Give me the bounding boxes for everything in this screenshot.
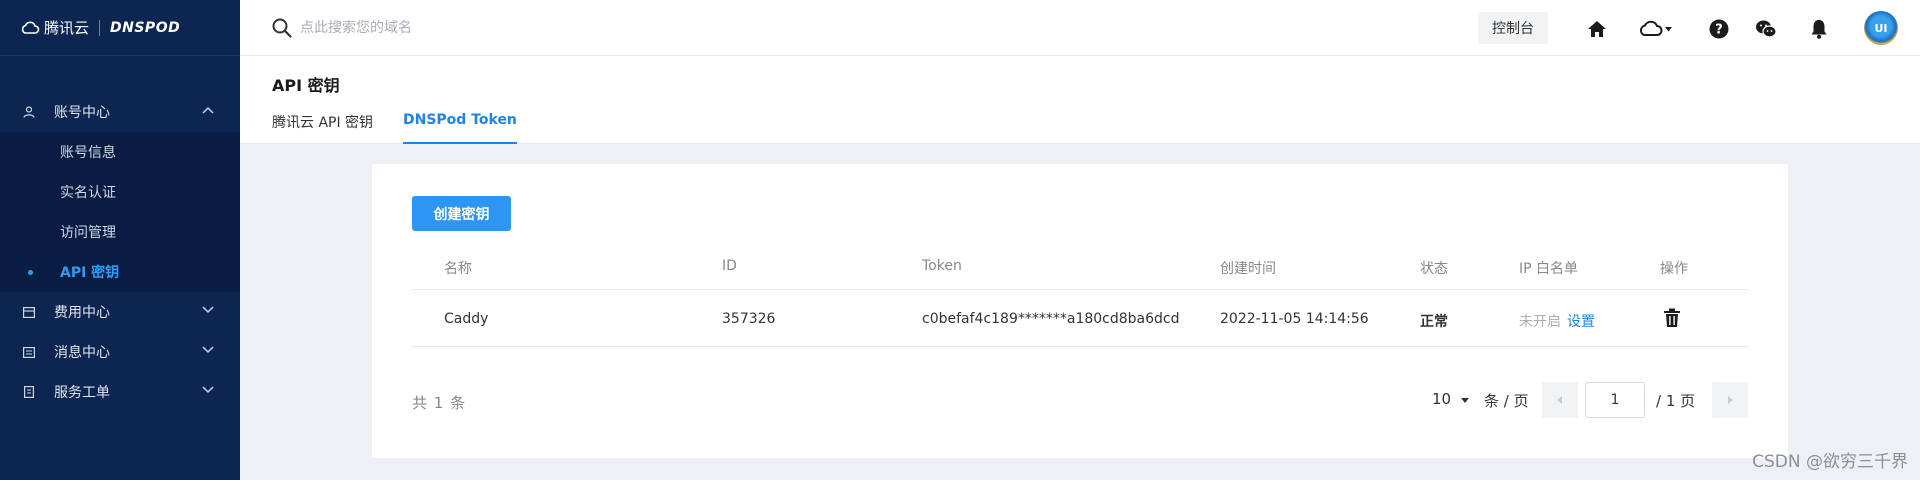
token-status: 正常 [1420,314,1448,330]
user-icon [22,105,36,119]
page-header: API 密钥 腾讯云 API 密钥 DNSPod Token [240,56,1920,144]
page-title: API 密钥 [272,76,340,95]
token-card: 创建密钥 名称 ID Token 创建时间 状态 IP 白名单 操作 Caddy… [372,164,1788,458]
chevron-down-icon [202,386,214,394]
brand-divider [99,19,101,36]
cloud-logo-icon [21,21,40,34]
ip-whitelist-settings-link[interactable]: 设置 [1567,314,1595,330]
tab-dnspod-token[interactable]: DNSPod Token [403,112,517,144]
token-name: Caddy [444,311,489,327]
page-number-input[interactable] [1585,382,1645,418]
home-icon[interactable] [1586,18,1608,40]
caret-right-icon [1728,396,1733,404]
sidebar-group-label: 消息中心 [54,345,110,361]
brand-logo[interactable]: 腾讯云 DNSPOD [0,0,240,56]
svg-text:?: ? [1715,23,1723,38]
active-dot [28,270,33,275]
search-input[interactable] [300,20,600,36]
sidebar-item-access-management[interactable]: 访问管理 [0,212,240,252]
bell-icon[interactable] [1808,18,1830,40]
ticket-icon [22,385,36,399]
topbar: 控制台 ? UI [240,0,1920,56]
sidebar-item-api-keys[interactable]: API 密钥 [0,252,240,292]
total-count: 共 1 条 [412,394,467,412]
prev-page-button[interactable] [1542,382,1578,418]
caret-down-icon [1460,398,1469,403]
sidebar-group-account[interactable]: 账号中心 [0,92,240,132]
search-icon[interactable] [272,18,292,38]
sidebar-item-label: 访问管理 [60,225,116,241]
chevron-down-icon [202,346,214,354]
page-size-select[interactable]: 10 [1432,390,1470,408]
table-header: 名称 ID Token 创建时间 状态 IP 白名单 操作 [412,254,1748,290]
chevron-down-icon [202,306,214,314]
watermark: CSDN @欲穷三千界 [1752,452,1908,472]
sidebar-group-messages[interactable]: 消息中心 [0,332,240,372]
token-id: 357326 [722,311,776,327]
cloud-dropdown-icon[interactable] [1638,18,1674,40]
column-header-name: 名称 [444,261,472,277]
table-row: Caddy 357326 c0befaf4c189*******a180cd8b… [412,291,1748,347]
trash-icon[interactable] [1663,308,1681,332]
avatar[interactable]: UI [1864,11,1898,45]
domain-search [272,18,600,38]
sidebar-group-label: 服务工单 [54,385,110,401]
sidebar-group-label: 账号中心 [54,105,110,121]
token-created-time: 2022-11-05 14:14:56 [1220,311,1369,327]
column-header-token: Token [922,258,962,274]
help-icon[interactable]: ? [1708,18,1730,40]
chevron-up-icon [202,106,214,114]
sidebar-item-verification[interactable]: 实名认证 [0,172,240,212]
column-header-id: ID [722,258,737,274]
ip-whitelist-cell: 未开启 设置 [1519,311,1595,331]
billing-icon [22,305,36,319]
page-size-value: 10 [1432,390,1452,408]
sidebar-group-billing[interactable]: 费用中心 [0,292,240,332]
sidebar-submenu: 账号信息 实名认证 访问管理 API 密钥 [0,132,240,292]
sidebar-group-label: 费用中心 [54,305,110,321]
column-header-created: 创建时间 [1220,261,1276,277]
column-header-actions: 操作 [1660,261,1688,277]
column-header-ip-whitelist: IP 白名单 [1519,261,1579,277]
ip-whitelist-status: 未开启 [1519,314,1561,330]
sidebar-group-tickets[interactable]: 服务工单 [0,372,240,412]
column-header-status: 状态 [1420,261,1448,277]
tab-tencent-cloud-api-key[interactable]: 腾讯云 API 密钥 [272,112,373,144]
console-button[interactable]: 控制台 [1478,12,1548,44]
sidebar-item-label: 实名认证 [60,185,116,201]
next-page-button[interactable] [1712,382,1748,418]
brand-product: DNSPOD [110,19,181,36]
sidebar-item-label: API 密钥 [60,265,120,281]
total-pages: / 1 页 [1656,392,1696,410]
sidebar: 腾讯云 DNSPOD 账号中心 账号信息 实名认证 访问管理 API 密钥 费用… [0,0,240,480]
message-icon [22,345,36,359]
sidebar-nav: 账号中心 账号信息 实名认证 访问管理 API 密钥 费用中心 消息中心 服务工… [0,92,240,412]
caret-left-icon [1557,396,1562,404]
create-key-button[interactable]: 创建密钥 [412,196,511,231]
token-value: c0befaf4c189*******a180cd8ba6dcd [922,311,1180,327]
sidebar-item-account-info[interactable]: 账号信息 [0,132,240,172]
page-size-unit: 条 / 页 [1484,392,1529,410]
sidebar-item-label: 账号信息 [60,145,116,161]
brand-name: 腾讯云 [44,19,90,37]
wechat-icon[interactable] [1755,18,1777,40]
